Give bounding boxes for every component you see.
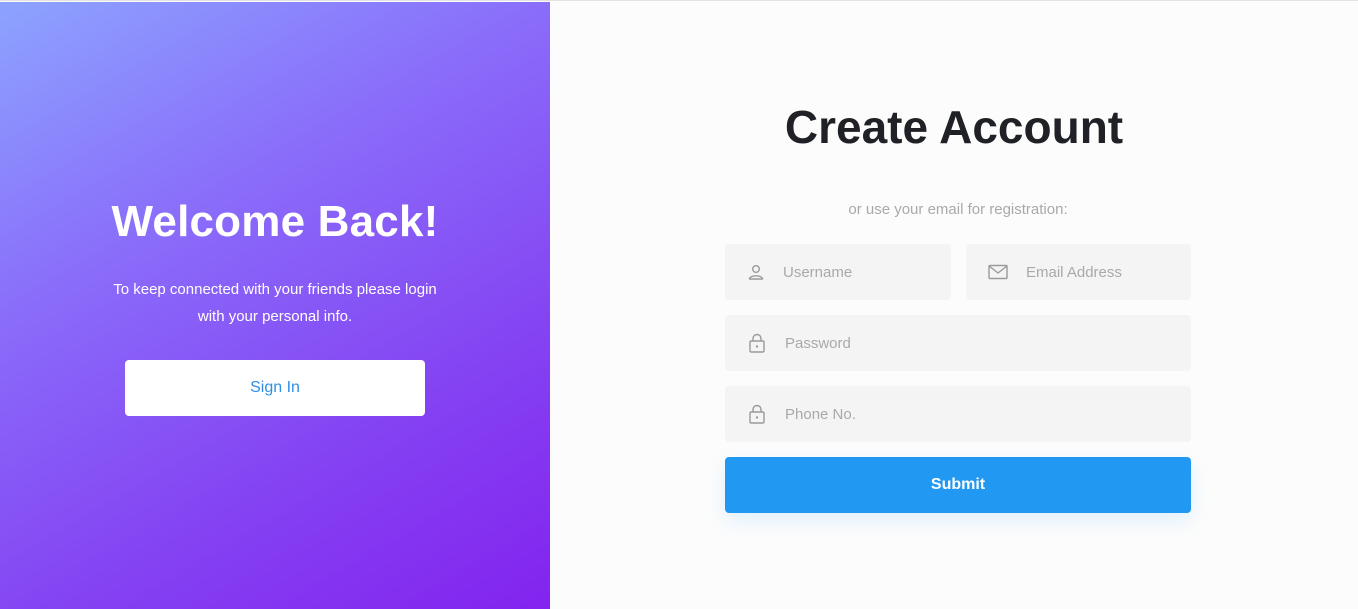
sign-in-button[interactable]: Sign In — [125, 360, 425, 416]
welcome-panel: Welcome Back! To keep connected with you… — [0, 2, 550, 609]
form-subtitle: or use your email for registration: — [848, 201, 1068, 218]
lock-icon — [747, 404, 767, 424]
submit-button[interactable]: Submit — [725, 457, 1191, 513]
email-field[interactable] — [966, 244, 1225, 300]
email-input[interactable] — [1026, 244, 1225, 300]
registration-page: Welcome Back! To keep connected with you… — [0, 0, 1358, 609]
create-account-panel: Create Account or use your email for reg… — [550, 2, 1358, 609]
username-input[interactable] — [783, 244, 982, 300]
username-field[interactable] — [725, 244, 982, 300]
welcome-title: Welcome Back! — [111, 197, 439, 246]
password-field[interactable] — [725, 315, 1191, 371]
phone-input[interactable] — [785, 386, 1191, 442]
phone-field[interactable] — [725, 386, 1191, 442]
welcome-text: To keep connected with your friends plea… — [113, 281, 437, 325]
form-title: Create Account — [784, 101, 1124, 153]
user-icon — [747, 262, 765, 282]
mail-icon — [988, 262, 1008, 282]
lock-icon — [747, 333, 767, 353]
password-input[interactable] — [785, 315, 1191, 371]
